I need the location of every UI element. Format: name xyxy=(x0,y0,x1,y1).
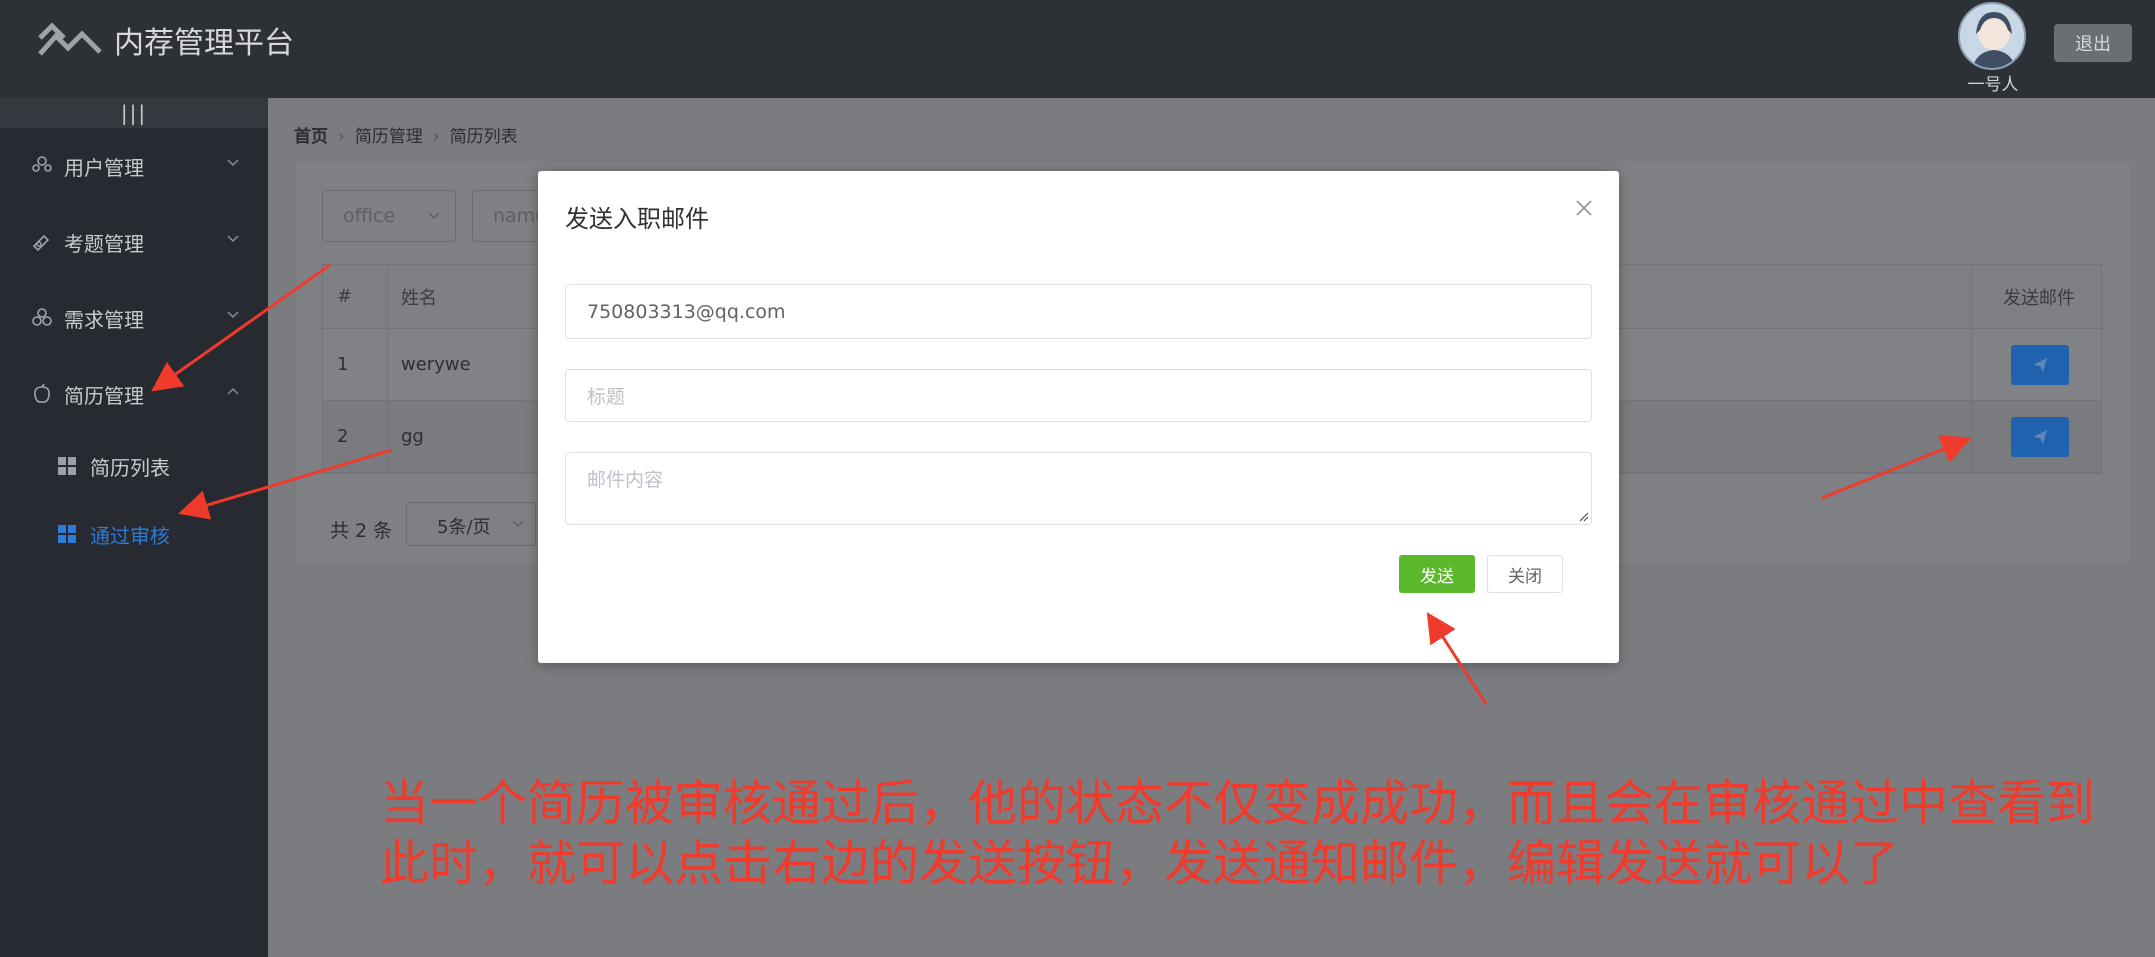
send-offer-mail-dialog: 发送入职邮件 750803313@qq.com 标题 邮件内容 发送 关闭 xyxy=(538,171,1619,663)
column-header-send-mail: 发送邮件 xyxy=(2003,287,2075,309)
avatar-image-icon xyxy=(1972,12,2016,68)
breadcrumb-separator-icon: › xyxy=(432,127,440,147)
sidebar-subitem-approved[interactable]: 通过审核 xyxy=(0,500,268,568)
annotation-line-2: 此时，就可以点击右边的发送按钮，发送通知邮件，编辑发送就可以了 xyxy=(380,835,1900,892)
annotation-line-1: 当一个简历被审核通过后，他的状态不仅变成成功，而且会在审核通过中查看到 xyxy=(380,775,2096,832)
content-textarea[interactable]: 邮件内容 xyxy=(565,452,1592,525)
breadcrumb-separator-icon: › xyxy=(338,127,345,147)
app-logo[interactable]: 内荐管理平台 xyxy=(38,18,294,62)
demand-icon xyxy=(32,308,52,326)
send-mail-button[interactable] xyxy=(2011,417,2069,457)
breadcrumb-home[interactable]: 首页 xyxy=(294,127,328,147)
chevron-down-icon xyxy=(227,235,239,243)
sidebar: ||| 用户管理 考题管理 需求管理 简历管理 简历列表 通过审核 xyxy=(0,98,268,957)
sidebar-item-user-management[interactable]: 用户管理 xyxy=(0,128,268,204)
paper-plane-icon xyxy=(2033,358,2047,372)
send-button[interactable]: 发送 xyxy=(1399,555,1475,593)
sidebar-item-label: 考题管理 xyxy=(64,231,144,256)
row-index: 2 xyxy=(337,426,349,447)
avatar[interactable] xyxy=(1958,2,2026,70)
office-select-placeholder: office xyxy=(343,205,396,227)
chevron-down-icon xyxy=(428,212,440,220)
close-button[interactable]: 关闭 xyxy=(1487,555,1563,593)
resume-icon xyxy=(34,383,50,403)
sidebar-subitem-resume-list[interactable]: 简历列表 xyxy=(0,432,268,500)
row-index: 1 xyxy=(337,354,349,375)
sidebar-item-label: 用户管理 xyxy=(64,155,144,180)
office-select[interactable]: office xyxy=(322,190,456,242)
logo-mountain-icon xyxy=(38,22,102,56)
breadcrumb: 首页 › 简历管理 › 简历列表 xyxy=(294,122,518,147)
pagination-total: 共 2 条 xyxy=(330,520,393,542)
chevron-down-icon xyxy=(227,159,239,167)
sidebar-subitem-label: 通过审核 xyxy=(90,523,170,548)
logout-button[interactable]: 退出 xyxy=(2054,24,2132,62)
chevron-down-icon xyxy=(512,520,524,528)
exam-icon xyxy=(32,234,50,252)
breadcrumb-current: 简历列表 xyxy=(449,127,518,147)
chevron-down-icon xyxy=(227,311,239,319)
column-header-index: # xyxy=(337,286,353,307)
grid-icon xyxy=(58,525,76,543)
subject-input[interactable]: 标题 xyxy=(565,369,1592,422)
sidebar-item-label: 需求管理 xyxy=(64,307,144,332)
user-group-icon xyxy=(32,156,52,172)
sidebar-collapse-toggle[interactable]: ||| xyxy=(0,98,268,128)
annotation-text: 当一个简历被审核通过后，他的状态不仅变成成功，而且会在审核通过中查看到 此时，就… xyxy=(380,774,2100,894)
email-field[interactable]: 750803313@qq.com xyxy=(565,284,1592,339)
breadcrumb-item[interactable]: 简历管理 xyxy=(355,127,423,147)
sidebar-item-resume-management[interactable]: 简历管理 xyxy=(0,356,268,432)
row-name: gg xyxy=(401,426,424,447)
user-name: 一号人 xyxy=(1967,75,2019,95)
sidebar-subitem-label: 简历列表 xyxy=(90,455,170,480)
app-title: 内荐管理平台 xyxy=(114,26,294,61)
top-header: 内荐管理平台 一号人 退出 xyxy=(0,0,2155,98)
dialog-title: 发送入职邮件 xyxy=(565,205,709,233)
content-placeholder: 邮件内容 xyxy=(587,469,664,491)
close-icon[interactable] xyxy=(1573,197,1595,219)
sidebar-item-exam-management[interactable]: 考题管理 xyxy=(0,204,268,280)
send-mail-button[interactable] xyxy=(2011,345,2069,385)
row-name: werywe xyxy=(401,354,471,375)
chevron-up-icon xyxy=(227,387,239,395)
sidebar-item-label: 简历管理 xyxy=(64,383,144,408)
paper-plane-icon xyxy=(2033,430,2047,444)
sidebar-item-demand-management[interactable]: 需求管理 xyxy=(0,280,268,356)
grid-icon xyxy=(58,457,76,475)
page-size-value: 5条/页 xyxy=(437,517,491,538)
page-size-select[interactable]: 5条/页 xyxy=(406,502,536,546)
resize-handle-icon[interactable] xyxy=(1577,510,1589,522)
column-header-name: 姓名 xyxy=(401,287,437,309)
